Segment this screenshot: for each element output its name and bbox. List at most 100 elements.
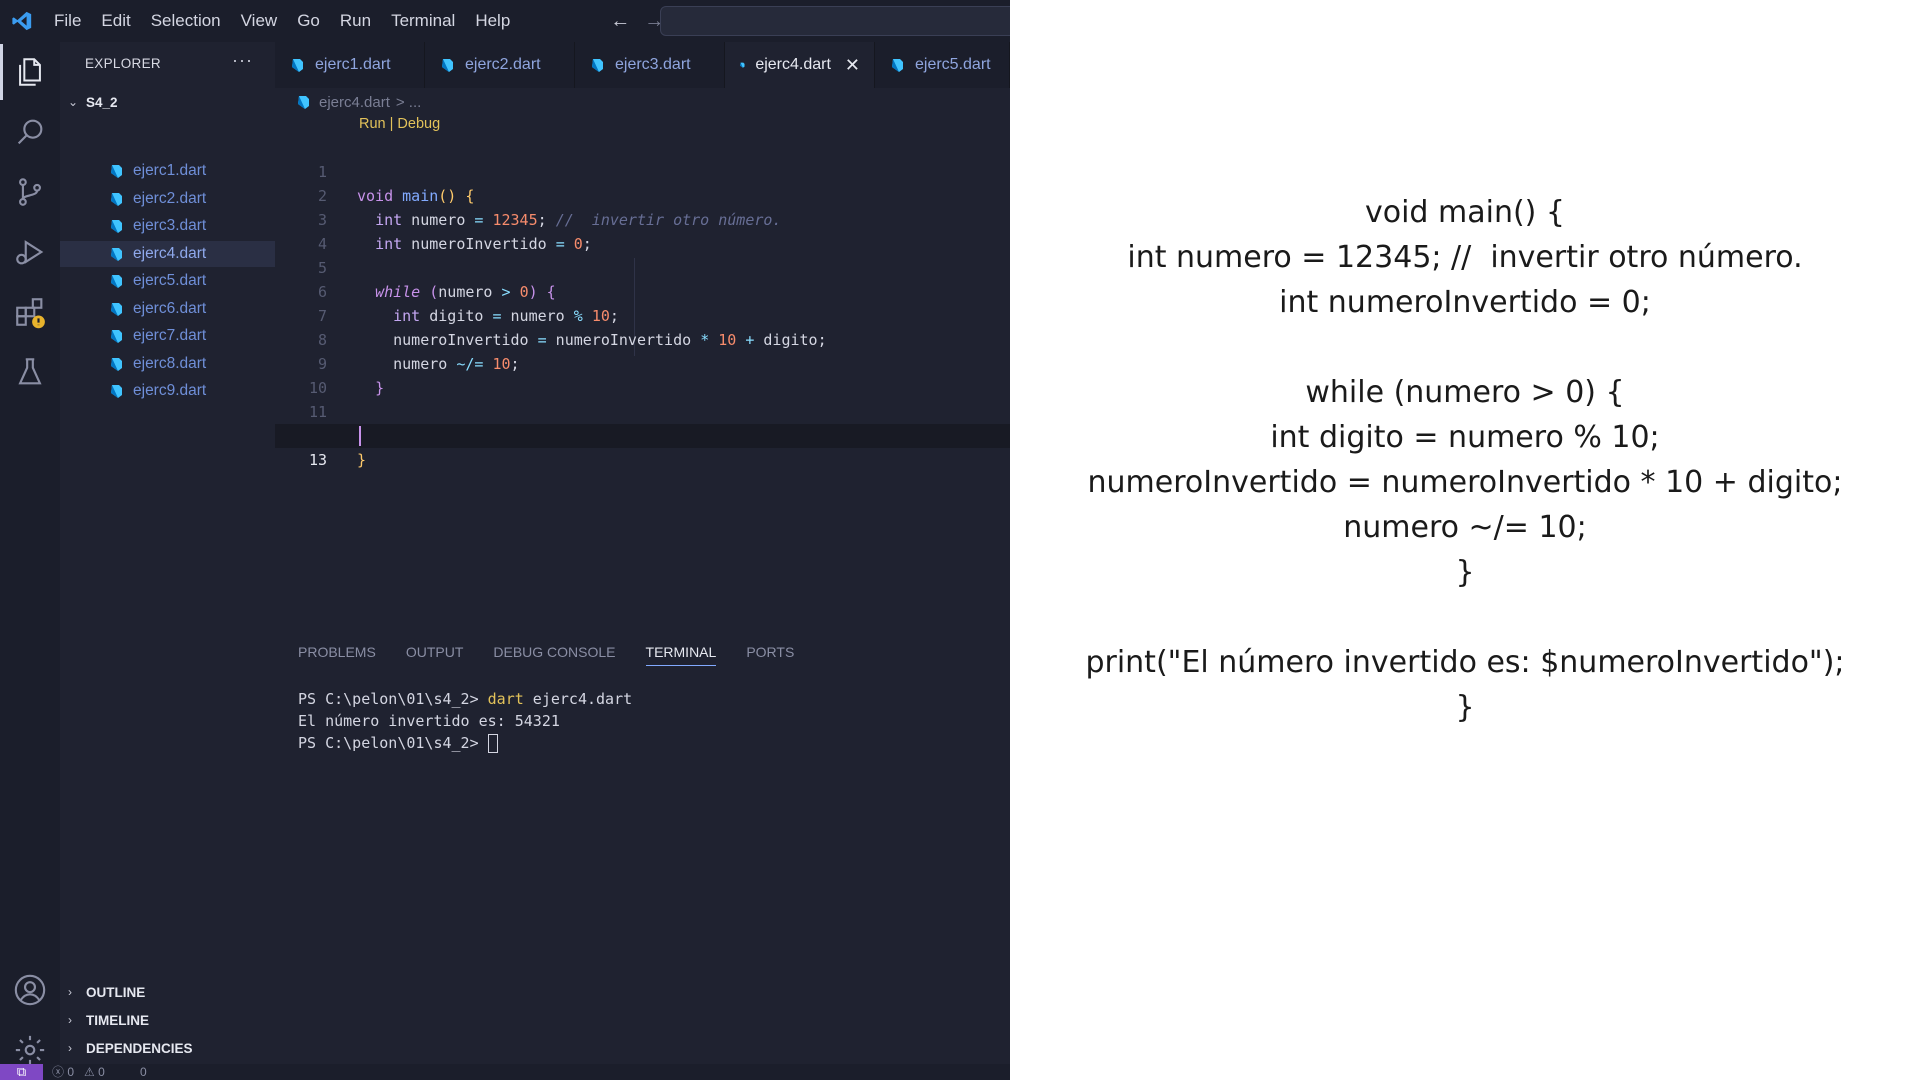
file-item[interactable]: ejerc9.dart xyxy=(60,378,275,404)
panel-tabs: PROBLEMS OUTPUT DEBUG CONSOLE TERMINAL P… xyxy=(298,640,824,666)
breadcrumb-file[interactable]: ejerc4.dart xyxy=(319,94,390,111)
menu-run[interactable]: Run xyxy=(330,0,381,42)
dart-file-icon xyxy=(111,165,122,178)
dart-file-icon xyxy=(111,302,122,316)
status-errors[interactable]: ⓧ 0 xyxy=(52,1064,74,1080)
terminal-prompt: PS C:\pelon\01\s4_2> xyxy=(298,734,488,752)
editor-tabs: ejerc1.dart ejerc2.dart ejerc3.dart ejerc4.… xyxy=(275,42,1010,88)
section-dependencies[interactable]: › DEPENDENCIES xyxy=(60,1035,275,1061)
tab-problems[interactable]: PROBLEMS xyxy=(298,640,376,666)
tab-label: ejerc1.dart xyxy=(315,56,391,73)
source-control-icon[interactable] xyxy=(0,164,60,220)
code-line: 3 int numeroInvertido = 0; xyxy=(275,184,1010,253)
tab-label: ejerc4.dart xyxy=(755,56,831,73)
status-ports[interactable]: 0 xyxy=(140,1064,147,1080)
terminal-prompt: PS C:\pelon\01\s4_2> xyxy=(298,690,488,708)
breadcrumb: ejerc4.dart > ... xyxy=(295,90,421,114)
file-item[interactable]: ejerc4.dart xyxy=(60,240,275,267)
dart-file-icon xyxy=(111,357,122,371)
tab-label: ejerc5.dart xyxy=(915,56,991,73)
line-number: 13 xyxy=(308,451,327,469)
code-editor[interactable]: Run | Debug 1 void main() { 2 int numero… xyxy=(275,114,1010,534)
file-item[interactable]: ejerc6.dart xyxy=(60,296,275,322)
transcript-line: while (numero > 0) { xyxy=(1305,375,1625,410)
code-line: 10 xyxy=(275,352,1010,397)
explorer-header: EXPLORER xyxy=(85,56,161,71)
transcript-line: numeroInvertido = numeroInvertido * 10 +… xyxy=(1087,465,1843,500)
terminal[interactable]: PS C:\pelon\01\s4_2> dart ejerc4.dart El… xyxy=(298,688,632,754)
back-arrow-icon[interactable]: ← xyxy=(610,10,630,33)
breadcrumb-rest[interactable]: > ... xyxy=(396,94,421,111)
editor-tab[interactable]: ejerc5.dart xyxy=(875,42,1010,88)
dart-file-icon xyxy=(442,59,453,72)
section-timeline[interactable]: › TIMELINE xyxy=(60,1007,275,1033)
account-icon[interactable] xyxy=(0,962,60,1018)
tab-terminal[interactable]: TERMINAL xyxy=(645,640,717,666)
dart-file-icon xyxy=(298,96,309,109)
tab-debug-console[interactable]: DEBUG CONSOLE xyxy=(493,640,615,666)
testing-flask-icon[interactable] xyxy=(0,344,60,400)
dart-file-icon xyxy=(111,275,122,288)
section-outline[interactable]: › OUTLINE xyxy=(60,979,275,1005)
chevron-right-icon: › xyxy=(68,1013,72,1027)
terminal-command-arg: ejerc4.dart xyxy=(523,690,633,708)
run-debug-icon[interactable] xyxy=(0,224,60,280)
folder-s4-2[interactable]: ⌄ S4_2 xyxy=(60,90,275,114)
status-bar: ⧉ ⓧ 0 ⚠ 0 0 xyxy=(0,1064,1010,1080)
file-name: ejerc1.dart xyxy=(133,162,207,179)
file-item[interactable]: ejerc8.dart xyxy=(60,351,275,377)
editor-tab[interactable]: ejerc4.dart ✕ xyxy=(725,42,875,88)
dart-file-icon xyxy=(740,62,745,68)
vscode-window: File Edit Selection View Go Run Terminal… xyxy=(0,0,1010,1080)
editor-tab[interactable]: ejerc3.dart xyxy=(575,42,725,88)
menu-view[interactable]: View xyxy=(231,0,288,42)
explorer-icon[interactable] xyxy=(0,44,60,100)
search-icon[interactable] xyxy=(0,104,60,160)
title-bar: File Edit Selection View Go Run Terminal… xyxy=(0,0,1010,42)
dart-file-icon xyxy=(111,385,122,398)
transcript-line xyxy=(1010,595,1920,640)
menu-edit[interactable]: Edit xyxy=(91,0,140,42)
terminal-output: El número invertido es: 54321 xyxy=(298,712,560,730)
menu-go[interactable]: Go xyxy=(287,0,330,42)
code-line: 6 int digito = numero % 10; xyxy=(275,256,1010,325)
text-cursor xyxy=(359,426,361,446)
file-item[interactable]: ejerc1.dart xyxy=(60,158,275,184)
file-item[interactable]: ejerc2.dart xyxy=(60,186,275,212)
transcript-line: int digito = numero % 10; xyxy=(1270,420,1660,455)
dart-file-icon xyxy=(111,192,122,206)
command-center-search[interactable] xyxy=(660,6,1010,36)
close-icon[interactable]: ✕ xyxy=(845,55,860,76)
section-label: DEPENDENCIES xyxy=(86,1040,193,1056)
file-name: ejerc9.dart xyxy=(133,382,207,399)
editor-tab[interactable]: ejerc1.dart xyxy=(275,42,425,88)
code-line: 7 numeroInvertido = numeroInvertido * 10… xyxy=(275,280,1010,349)
terminal-line: PS C:\pelon\01\s4_2> dart ejerc4.dart xyxy=(298,688,632,710)
menu-file[interactable]: File xyxy=(44,0,91,42)
transcript-line xyxy=(1010,325,1920,370)
code-line: 9 } xyxy=(275,328,1010,397)
status-warnings[interactable]: ⚠ 0 xyxy=(84,1064,105,1080)
editor-tab[interactable]: ejerc2.dart xyxy=(425,42,575,88)
remote-indicator-icon[interactable]: ⧉ xyxy=(0,1064,43,1080)
extensions-icon[interactable] xyxy=(0,284,60,340)
file-item[interactable]: ejerc3.dart xyxy=(60,213,275,239)
code-line: 4 xyxy=(275,208,1010,253)
tab-label: ejerc3.dart xyxy=(615,56,691,73)
file-name: ejerc7.dart xyxy=(133,327,207,344)
menu-help[interactable]: Help xyxy=(465,0,520,42)
file-name: ejerc8.dart xyxy=(133,354,207,372)
file-item[interactable]: ejerc7.dart xyxy=(60,323,275,349)
file-name: ejerc3.dart xyxy=(133,217,207,234)
tab-ports[interactable]: PORTS xyxy=(746,640,794,666)
dart-file-icon xyxy=(592,59,603,72)
codelens-run-debug[interactable]: Run | Debug xyxy=(359,116,440,132)
code-line: 12 } xyxy=(275,400,1010,469)
menu-selection[interactable]: Selection xyxy=(141,0,231,42)
vscode-logo-icon xyxy=(0,0,44,42)
file-item[interactable]: ejerc5.dart xyxy=(60,268,275,294)
menu-terminal[interactable]: Terminal xyxy=(381,0,465,42)
more-actions-icon[interactable]: ··· xyxy=(232,50,253,71)
tab-output[interactable]: OUTPUT xyxy=(406,640,464,666)
terminal-line: PS C:\pelon\01\s4_2> xyxy=(298,732,632,754)
